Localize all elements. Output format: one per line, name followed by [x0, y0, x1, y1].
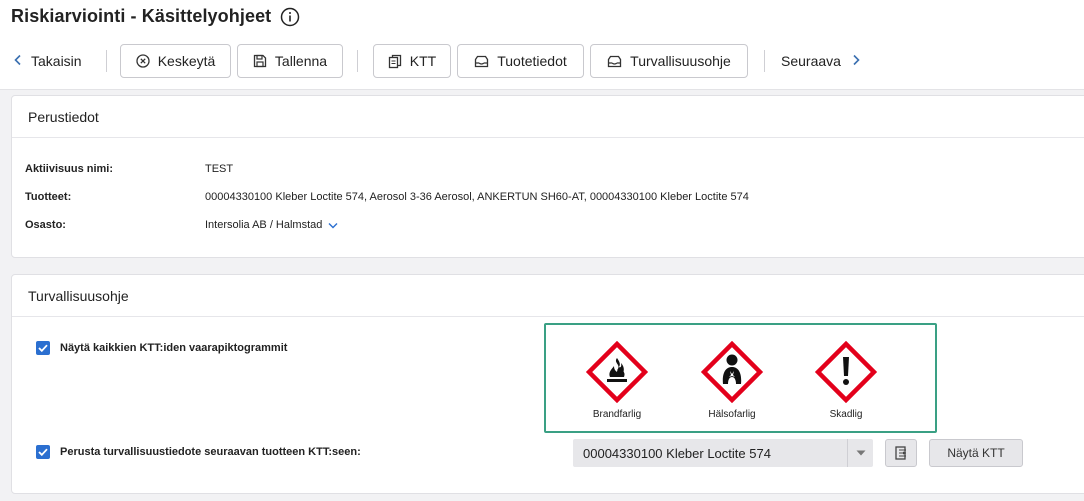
- back-button[interactable]: Takaisin: [13, 44, 82, 78]
- document-export-icon: [895, 446, 906, 460]
- chevron-down-icon: [328, 222, 338, 228]
- open-document-button[interactable]: [885, 439, 917, 467]
- pictogram-panel: Brandfarlig Hälsofarlig Skadlig: [544, 323, 937, 433]
- show-all-pictograms-label: Näytä kaikkien KTT:iden vaarapiktogrammi…: [60, 342, 288, 354]
- cancel-circle-icon: [136, 54, 150, 68]
- products-row: Tuotteet: 00004330100 Kleber Loctite 574…: [25, 191, 749, 203]
- activity-name-label: Aktiivisuus nimi:: [25, 163, 114, 175]
- product-box-icon: [475, 55, 489, 67]
- safety-box-icon: [608, 55, 622, 67]
- page-title: Riskiarviointi - Käsittelyohjeet: [11, 6, 300, 27]
- safety-header: Turvallisuusohje: [12, 275, 1084, 317]
- toolbar-divider: [106, 50, 107, 72]
- base-on-product-checkbox[interactable]: [36, 445, 50, 459]
- pictogram-label: Brandfarlig: [592, 409, 642, 420]
- product-info-label: Tuotetiedot: [497, 53, 567, 69]
- safety-instruction-button[interactable]: Turvallisuusohje: [590, 44, 748, 78]
- pictogram-flammable: Brandfarlig: [577, 341, 657, 420]
- product-info-button[interactable]: Tuotetiedot: [457, 44, 584, 78]
- activity-name-value: TEST: [205, 163, 234, 175]
- cancel-label: Keskeytä: [157, 53, 216, 69]
- documents-icon: [388, 54, 401, 68]
- department-row: Osasto: Intersolia AB / Halmstad: [25, 219, 338, 231]
- exclamation-pictogram-icon: [815, 341, 877, 403]
- pictogram-harmful: Skadlig: [806, 341, 886, 420]
- pictogram-label: Hälsofarlig: [708, 409, 756, 420]
- base-on-product-label: Perusta turvallisuustiedote seuraavan tu…: [60, 446, 361, 458]
- info-icon[interactable]: [280, 7, 300, 27]
- save-button[interactable]: Tallenna: [237, 44, 343, 78]
- caret-down-icon[interactable]: [847, 439, 873, 467]
- show-all-pictograms-checkbox[interactable]: [36, 341, 50, 355]
- product-select[interactable]: 00004330100 Kleber Loctite 574: [573, 439, 873, 467]
- toolbar-divider: [357, 50, 358, 72]
- show-ktt-button[interactable]: Näytä KTT: [929, 439, 1023, 467]
- basic-info-header: Perustiedot: [12, 96, 1084, 138]
- checkmark-icon: [38, 448, 48, 456]
- product-select-value: 00004330100 Kleber Loctite 574: [583, 445, 771, 461]
- save-label: Tallenna: [274, 53, 328, 69]
- chevron-left-icon: [13, 53, 23, 70]
- page-title-text: Riskiarviointi - Käsittelyohjeet: [11, 6, 272, 26]
- toolbar-divider: [764, 50, 765, 72]
- pictogram-health-hazard: Hälsofarlig: [692, 341, 772, 420]
- save-disk-icon: [253, 54, 267, 68]
- department-value: Intersolia AB / Halmstad: [205, 219, 323, 231]
- toolbar: Takaisin Keskeytä Tallenna KTT Tuotetied…: [0, 44, 1084, 78]
- health-hazard-pictogram-icon: [701, 341, 763, 403]
- ktt-label: KTT: [409, 53, 437, 69]
- products-value: 00004330100 Kleber Loctite 574, Aerosol …: [205, 191, 749, 203]
- basic-info-card: Perustiedot: [11, 95, 1084, 258]
- next-label: Seuraava: [781, 53, 841, 69]
- activity-name-row: Aktiivisuus nimi: TEST: [25, 163, 233, 175]
- pictogram-label: Skadlig: [829, 409, 863, 420]
- chevron-right-icon: [851, 53, 861, 70]
- back-label: Takaisin: [31, 53, 82, 69]
- ktt-button[interactable]: KTT: [373, 44, 451, 78]
- department-dropdown[interactable]: Intersolia AB / Halmstad: [205, 219, 338, 231]
- cancel-button[interactable]: Keskeytä: [120, 44, 231, 78]
- next-button[interactable]: Seuraava: [781, 44, 861, 78]
- department-label: Osasto:: [25, 219, 66, 231]
- products-label: Tuotteet:: [25, 191, 72, 203]
- flame-pictogram-icon: [586, 341, 648, 403]
- safety-instruction-label: Turvallisuusohje: [630, 53, 731, 69]
- top-bar: Riskiarviointi - Käsittelyohjeet Takaisi…: [0, 0, 1084, 90]
- checkmark-icon: [38, 344, 48, 352]
